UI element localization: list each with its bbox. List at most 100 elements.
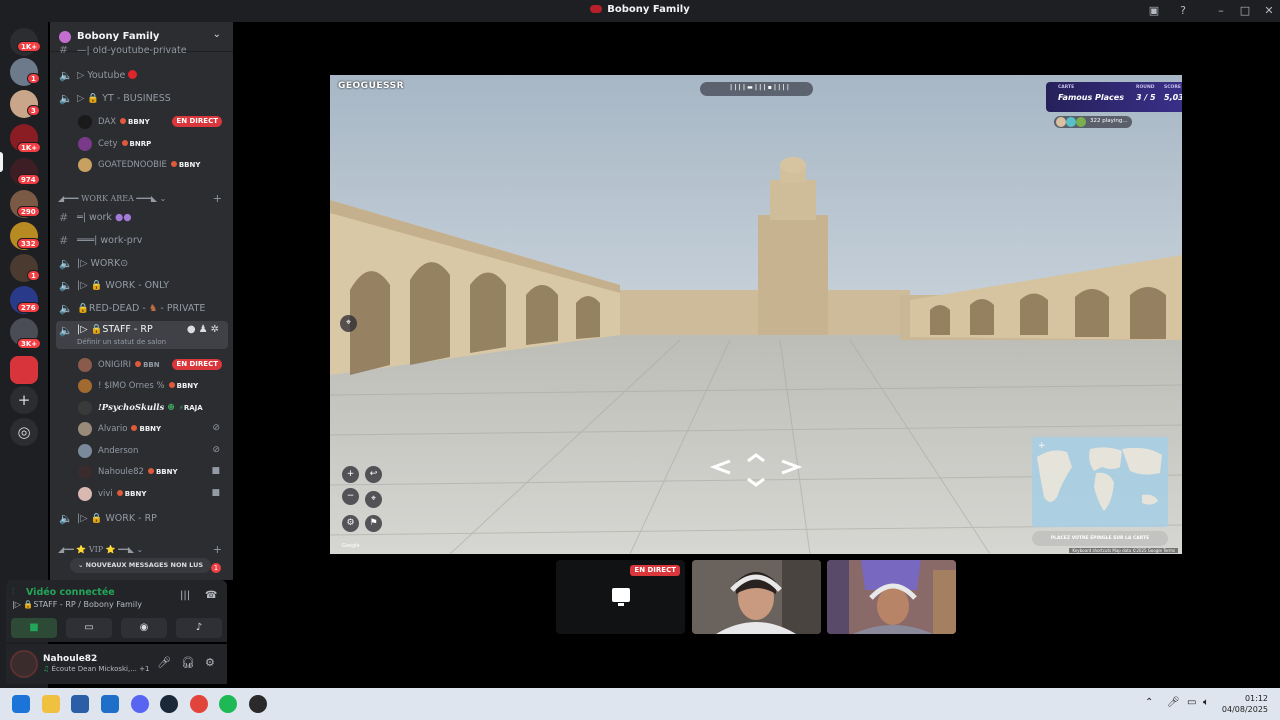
record-icon xyxy=(128,70,138,79)
add-channel-icon[interactable]: + xyxy=(213,543,222,556)
taskbar: ⌃ 🎤︎ ▭ 🔈︎ 01:12 04/08/2025 xyxy=(0,688,1280,720)
live-badge: EN DIRECT xyxy=(172,116,222,127)
discover-icon[interactable]: ◎ xyxy=(10,418,38,446)
stream-tile-camera[interactable] xyxy=(827,560,956,634)
world-map[interactable] xyxy=(1032,437,1168,527)
voice-user[interactable]: vivi BBNY ■ xyxy=(72,484,228,504)
activities-button[interactable]: ◉ xyxy=(121,618,167,638)
avatar xyxy=(1066,117,1076,127)
gear-icon[interactable]: ⚙ xyxy=(342,515,359,532)
signal-icon[interactable]: ⫶ xyxy=(12,587,14,597)
close-button[interactable]: ✕ xyxy=(1262,4,1276,18)
channel-item-work-only[interactable]: 🔈 |▷ 🔒 WORK - ONLY xyxy=(56,276,228,296)
live-badge: EN DIRECT xyxy=(172,359,222,370)
voice-status[interactable]: Vidéo connectée xyxy=(26,587,115,598)
steam-icon[interactable] xyxy=(160,695,178,713)
channel-item-staff-rp[interactable]: 🔈 |▷ 🔒STAFF - RP Définir un statut de sa… xyxy=(56,321,228,349)
chrome-icon[interactable] xyxy=(190,695,208,713)
noise-suppression-icon[interactable]: ||| xyxy=(180,590,190,601)
flame-icon xyxy=(168,382,175,388)
avatar xyxy=(78,401,92,415)
guess-minimap[interactable]: + xyxy=(1032,437,1168,527)
soundboard-button[interactable]: ♪ xyxy=(176,618,222,638)
expand-map-icon[interactable]: + xyxy=(1038,441,1046,451)
volume-icon[interactable]: 🔈︎ xyxy=(1203,697,1209,708)
voice-user[interactable]: Nahoule82 BBNY ■ xyxy=(72,462,228,482)
spotify-icon[interactable] xyxy=(219,695,237,713)
maximize-button[interactable]: □ xyxy=(1238,4,1252,18)
guess-button[interactable]: PLACEZ VOTRE ÉPINGLE SUR LA CARTE xyxy=(1032,531,1168,546)
network-icon[interactable]: ▭ xyxy=(1187,697,1196,708)
channel-item-work[interactable]: # ═| work ●● xyxy=(56,208,228,228)
start-icon[interactable] xyxy=(12,695,30,713)
gear-icon[interactable]: ✲ xyxy=(211,324,222,335)
inbox-icon[interactable]: ▣ xyxy=(1147,4,1161,18)
user-name[interactable]: Nahoule82 xyxy=(43,654,97,664)
camera-toggle-button[interactable]: ■ xyxy=(11,618,57,638)
screen-share-button[interactable]: ▭ xyxy=(66,618,112,638)
app-icon[interactable] xyxy=(249,695,267,713)
avatar xyxy=(78,465,92,479)
set-pin-icon[interactable]: ⌖ xyxy=(340,315,357,332)
store-icon[interactable] xyxy=(71,695,89,713)
invite-icon[interactable]: ♟ xyxy=(199,324,211,335)
chevron-down-icon[interactable]: ⌄ xyxy=(213,29,221,40)
avatar xyxy=(1076,117,1086,127)
category-vip[interactable]: ◢━━ ⭐ VIP ⭐ ━━◣ ⌄ + xyxy=(58,543,228,559)
add-channel-icon[interactable]: + xyxy=(213,192,222,205)
microphone-icon[interactable]: 🎤︎ xyxy=(157,656,171,669)
server-badge: 3K+ xyxy=(17,338,42,349)
voice-user[interactable]: !PsychoSkulls ☻ ⚡RAJA xyxy=(72,398,228,418)
headphones-icon[interactable]: 🎧︎ xyxy=(181,656,195,669)
voice-user[interactable]: DAX BBNY EN DIRECT xyxy=(72,112,228,132)
avatar[interactable] xyxy=(10,650,38,678)
chevron-up-icon[interactable]: ⌃ xyxy=(1145,697,1153,708)
channel-item-work-o[interactable]: 🔈 |▷ WORK⊙ xyxy=(56,254,228,274)
channel-item-work-rp[interactable]: 🔈 |▷ 🔒 WORK - RP xyxy=(56,509,228,529)
server-badge: 290 xyxy=(17,206,40,217)
flame-icon xyxy=(120,118,127,124)
channel-item-red-dead[interactable]: 🔈 🔒RED-DEAD - ♞ - PRIVATE xyxy=(56,299,228,319)
help-icon[interactable]: ? xyxy=(1176,4,1190,18)
voice-user[interactable]: Alvario BBNY ⊘ xyxy=(72,419,228,439)
chat-icon[interactable]: ● xyxy=(187,324,199,335)
stream-tile-camera[interactable] xyxy=(692,560,821,634)
voice-user[interactable]: ! $IMO Ornes % BBNY xyxy=(72,376,228,396)
undo-icon[interactable]: ↩ xyxy=(365,466,382,483)
voice-user[interactable]: ONIGIRI BBN EN DIRECT xyxy=(72,355,228,375)
minimize-button[interactable]: – xyxy=(1214,4,1228,18)
flag-icon[interactable]: ⚑ xyxy=(365,515,382,532)
add-server-icon[interactable]: + xyxy=(10,386,38,414)
map-attribution[interactable]: Keyboard shortcuts Map data ©2025 Google… xyxy=(1069,548,1178,553)
selected-server-pip xyxy=(0,152,3,172)
voice-location[interactable]: STAFF - RP / Bobony Family xyxy=(33,600,142,609)
file-explorer-icon[interactable] xyxy=(42,695,60,713)
speaker-icon: 🔈 xyxy=(59,92,73,105)
lock-icon: 🔒 xyxy=(23,600,34,609)
channel-item-yt-business[interactable]: 🔈 ▷ 🔒 YT - BUSINESS xyxy=(56,89,228,109)
channel-item-work-prv[interactable]: # ═══| work-prv xyxy=(56,231,228,251)
outlook-icon[interactable] xyxy=(101,695,119,713)
discord-icon[interactable] xyxy=(131,695,149,713)
category-work-area[interactable]: ◢━━━ WORK AREA ━━━◣ ⌄ + xyxy=(58,192,228,208)
new-messages-banner[interactable]: ⌄ NOUVEAUX MESSAGES NON LUS xyxy=(70,558,211,573)
microphone-icon[interactable]: 🎤︎ xyxy=(1167,697,1180,708)
mute-icon: ⊘ xyxy=(212,423,220,433)
clock[interactable]: 01:12 04/08/2025 xyxy=(1222,693,1268,715)
voice-user[interactable]: Anderson ⊘ xyxy=(72,441,228,461)
voice-user[interactable]: GOATEDNOOBIE BBNY xyxy=(72,155,228,175)
zoom-out-button[interactable]: − xyxy=(342,488,359,505)
webcam-feed xyxy=(692,560,821,634)
voice-user[interactable]: Cety BNRP xyxy=(72,134,228,154)
gear-icon[interactable]: ⚙ xyxy=(205,656,215,669)
channel-item-youtube[interactable]: 🔈 ▷ Youtube xyxy=(56,66,228,86)
avatar xyxy=(78,487,92,501)
flame-icon xyxy=(121,140,128,146)
disconnect-icon[interactable]: ☎ xyxy=(205,590,217,601)
server-icon[interactable] xyxy=(10,356,38,384)
checkpoint-icon[interactable]: ⌖ xyxy=(365,491,382,508)
zoom-in-button[interactable]: + xyxy=(342,466,359,483)
stream-tile-screen[interactable]: EN DIRECT xyxy=(556,560,685,634)
stream-viewer[interactable]: GEOGUESSR | | | | ▬ | | | ▪ | | | | CART… xyxy=(330,75,1182,554)
channel-item[interactable]: # —| old-youtube-private xyxy=(56,46,228,58)
